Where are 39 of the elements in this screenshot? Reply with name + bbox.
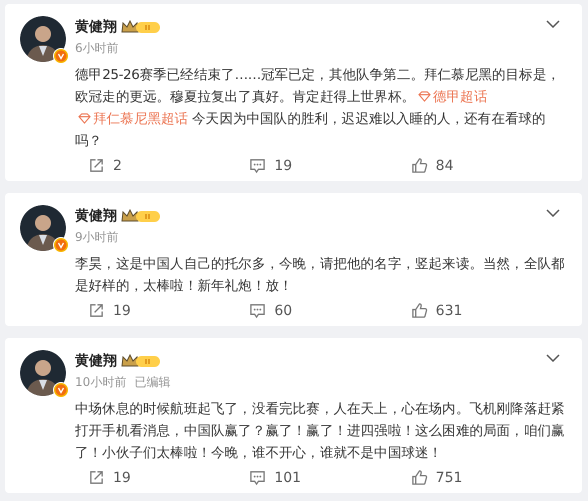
share-icon <box>88 302 105 319</box>
chevron-down-icon[interactable] <box>546 20 560 28</box>
crown-badge-icon <box>121 20 161 34</box>
comment-icon <box>249 157 266 174</box>
like-button[interactable]: 631 <box>410 299 572 322</box>
chevron-down-icon[interactable] <box>546 209 560 217</box>
post-text: 中场休息的时候航班起飞了，没看完比赛，人在天上，心在场内。飞机刚降落赶紧打开手机看消息，中国队赢了？赢了！赢了！进四强啦！这么困难的局面，咱们赢了！小伙子们太棒啦！今晚，谁不开心，谁就不是中国球迷！ <box>75 400 566 463</box>
author-name[interactable]: 黄健翔 <box>75 352 117 370</box>
avatar[interactable] <box>20 16 66 62</box>
share-icon <box>88 157 105 174</box>
author-name[interactable]: 黄健翔 <box>75 207 117 225</box>
post-text: 德甲25-26赛季已经结束了……冠军已定，其他队争第二。拜仁慕尼黑的目标是，欧冠走的更远。穆夏拉复出了真好。肯定赶得上世界杯。 德甲超话 拜仁慕尼黑超话 今天因为中国队的胜利，迟迟难以入睡的人，还有在看球的吗？ <box>75 66 562 151</box>
chevron-down-icon[interactable] <box>546 354 560 362</box>
verified-icon <box>53 48 69 64</box>
comment-button[interactable]: 19 <box>249 154 411 177</box>
comment-icon <box>249 469 266 486</box>
gem-icon <box>418 91 432 102</box>
edited-label: 已编辑 <box>134 374 170 391</box>
share-button[interactable]: 19 <box>88 299 250 322</box>
thumbs-up-icon <box>410 469 428 486</box>
like-button[interactable]: 751 <box>410 466 572 489</box>
share-button[interactable]: 19 <box>88 466 250 489</box>
comment-button[interactable]: 60 <box>249 299 411 322</box>
share-button[interactable]: 2 <box>88 154 250 177</box>
thumbs-up-icon <box>410 157 428 174</box>
thumbs-up-icon <box>410 302 428 319</box>
crown-badge-icon <box>121 209 161 223</box>
avatar[interactable] <box>20 205 66 251</box>
comment-button[interactable]: 101 <box>249 466 411 489</box>
crown-badge-icon <box>121 354 161 368</box>
post-text: 李昊，这是中国人自己的托尔多，今晚，请把他的名字，竖起来读。当然，全队都是好样的，太棒啦！新年礼炮！放！ <box>75 255 566 296</box>
gem-icon <box>78 113 91 124</box>
comment-icon <box>249 302 266 319</box>
like-button[interactable]: 84 <box>410 154 572 177</box>
share-icon <box>88 469 105 486</box>
verified-icon <box>53 237 69 253</box>
author-name[interactable]: 黄健翔 <box>75 18 117 36</box>
avatar[interactable] <box>20 350 66 396</box>
verified-icon <box>53 382 69 398</box>
